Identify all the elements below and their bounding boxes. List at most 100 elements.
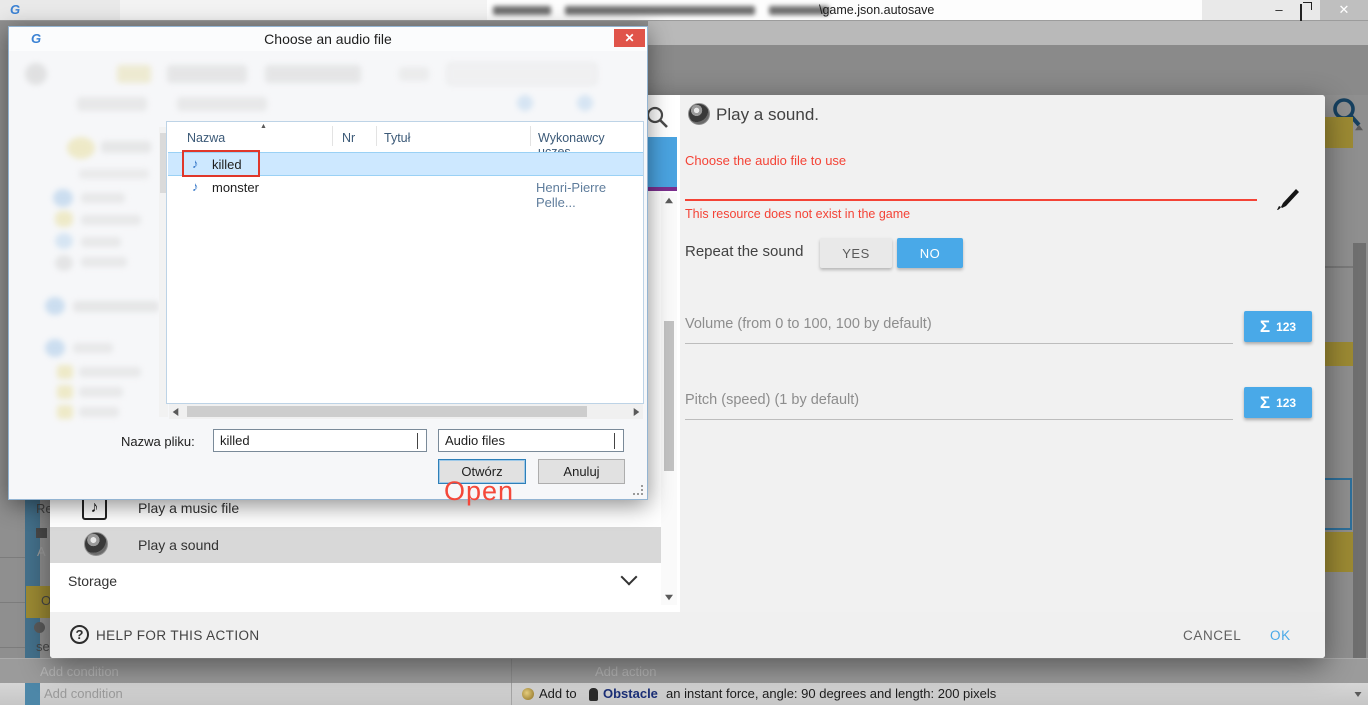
event-separator	[1325, 266, 1353, 268]
close-button[interactable]: ✕	[1320, 0, 1368, 20]
file-row-monster[interactable]: ♪ monster Henri-Pierre Pelle...	[168, 177, 643, 200]
pitch-input[interactable]	[685, 419, 1233, 420]
add-condition-link[interactable]: Add condition	[40, 659, 119, 684]
action-item-label: Play a music file	[138, 500, 239, 516]
event-action-prefix: Add to	[539, 683, 577, 705]
hidden-event-icon	[36, 528, 47, 538]
scroll-down-icon[interactable]	[1355, 692, 1362, 697]
selected-event-outline	[1322, 478, 1352, 530]
cancel-button-file-dialog[interactable]: Anuluj	[538, 459, 625, 484]
add-condition-link[interactable]: Add condition	[44, 683, 123, 705]
selected-category-tab[interactable]	[648, 137, 677, 187]
action-title: Play a sound.	[716, 105, 819, 125]
sort-ascending-icon: ▲	[260, 123, 267, 130]
blurred-project-path	[493, 0, 829, 20]
column-divider	[511, 683, 512, 705]
file-artists: Henri-Pierre Pelle...	[536, 180, 643, 210]
scroll-left-icon[interactable]	[173, 408, 179, 416]
column-header-title[interactable]: Tytuł	[384, 131, 410, 145]
scroll-down-icon[interactable]	[665, 595, 673, 601]
pitch-expression-button[interactable]: Σ 123	[1244, 387, 1312, 418]
help-link[interactable]: HELP FOR THIS ACTION	[96, 628, 260, 643]
hidden-event-text: se	[36, 639, 50, 654]
scrollbar-thumb[interactable]	[664, 321, 674, 471]
scroll-right-icon[interactable]	[634, 408, 640, 416]
events-scrollbar[interactable]	[1353, 243, 1366, 705]
column-divider[interactable]	[332, 126, 333, 146]
event-block	[1325, 117, 1353, 148]
repeat-sound-label: Repeat the sound	[685, 243, 803, 260]
hidden-action-icon	[34, 622, 45, 633]
filename-combobox[interactable]: killed	[213, 429, 427, 452]
chevron-down-icon	[605, 433, 623, 448]
volume-input[interactable]	[685, 343, 1233, 344]
filename-label: Nazwa pliku:	[121, 434, 195, 449]
sigma-icon: Σ	[1260, 317, 1270, 337]
blurred-folder-tree	[19, 127, 161, 417]
section-label: Storage	[68, 573, 117, 589]
event-action-text: an instant force, angle: 90 degrees and …	[666, 683, 996, 705]
ok-button[interactable]: OK	[1270, 628, 1291, 643]
file-dialog-titlebar: G Choose an audio file ✕	[9, 27, 647, 51]
speaker-icon	[688, 103, 710, 125]
audio-file-icon: ♪	[192, 179, 199, 194]
resize-grip-icon[interactable]	[633, 485, 643, 495]
titlebar-document-area: \game.json.autosave	[487, 0, 1202, 20]
add-action-link[interactable]: Add action	[595, 659, 656, 684]
storage-section-header[interactable]: Storage	[50, 565, 661, 599]
chevron-down-icon	[408, 433, 426, 448]
file-list-hscrollbar[interactable]	[169, 404, 643, 419]
filetype-value: Audio files	[439, 433, 605, 448]
event-separator	[0, 557, 25, 558]
repeat-yes-button[interactable]: YES	[820, 238, 892, 268]
chevron-down-icon	[621, 569, 638, 586]
event-row: Add condition Add action	[0, 658, 1368, 683]
pitch-label: Pitch (speed) (1 by default)	[685, 392, 859, 408]
sigma-icon: Σ	[1260, 393, 1270, 413]
volume-expression-button[interactable]: Σ 123	[1244, 311, 1312, 342]
actions-scrollbar[interactable]	[661, 193, 677, 605]
audio-file-input[interactable]	[685, 199, 1257, 201]
action-item-label: Play a sound	[138, 537, 219, 553]
repeat-no-button[interactable]: NO	[897, 238, 963, 268]
dialog-bottom-bar: ? HELP FOR THIS ACTION CANCEL OK	[50, 612, 1325, 658]
scroll-up-icon[interactable]	[665, 198, 673, 204]
column-divider[interactable]	[376, 126, 377, 146]
events-toolbar	[648, 45, 1368, 95]
column-header-name[interactable]: Nazwa	[187, 131, 225, 145]
event-indent-bar	[25, 683, 40, 705]
minimize-button[interactable]: –	[1268, 0, 1290, 20]
event-separator	[0, 602, 25, 603]
event-action-object: Obstacle	[603, 683, 658, 705]
brush-icon[interactable]	[1276, 187, 1300, 213]
dimmed-tab-strip	[648, 21, 1368, 45]
help-icon: ?	[70, 625, 89, 644]
audio-file-param-label: Choose the audio file to use	[685, 153, 846, 168]
action-parameters-panel: Play a sound. Choose the audio file to u…	[680, 95, 1325, 612]
file-dialog-close-button[interactable]: ✕	[614, 29, 645, 47]
action-item-play-sound[interactable]: Play a sound	[50, 527, 661, 563]
gdevelop-logo-icon: G	[10, 2, 20, 18]
event-block	[1325, 532, 1353, 572]
force-icon	[522, 688, 534, 700]
file-list: ▲ Nazwa Nr Tytuł Wykonawcy uczes... ♪ ki…	[166, 121, 644, 404]
category-tab-underline	[648, 187, 677, 191]
blurred-navigation-bar	[17, 57, 641, 119]
volume-label: Volume (from 0 to 100, 100 by default)	[685, 316, 932, 332]
search-actions-icon[interactable]	[645, 105, 669, 129]
column-header-nr[interactable]: Nr	[342, 131, 355, 145]
event-separator	[0, 647, 25, 648]
scroll-up-icon[interactable]	[1355, 125, 1363, 131]
event-block	[1325, 342, 1353, 366]
column-divider	[511, 659, 512, 684]
resource-error-text: This resource does not exist in the game	[685, 207, 910, 221]
cancel-button[interactable]: CANCEL	[1183, 628, 1241, 643]
scrollbar-thumb[interactable]	[187, 406, 587, 417]
titlebar-segment	[120, 0, 487, 20]
filetype-combobox[interactable]: Audio files	[438, 429, 624, 452]
column-divider[interactable]	[530, 126, 531, 146]
speaker-icon	[84, 532, 108, 556]
file-dialog-title: Choose an audio file	[9, 27, 647, 51]
annotation-highlight-rect	[182, 150, 260, 177]
filename-value: killed	[214, 433, 408, 448]
